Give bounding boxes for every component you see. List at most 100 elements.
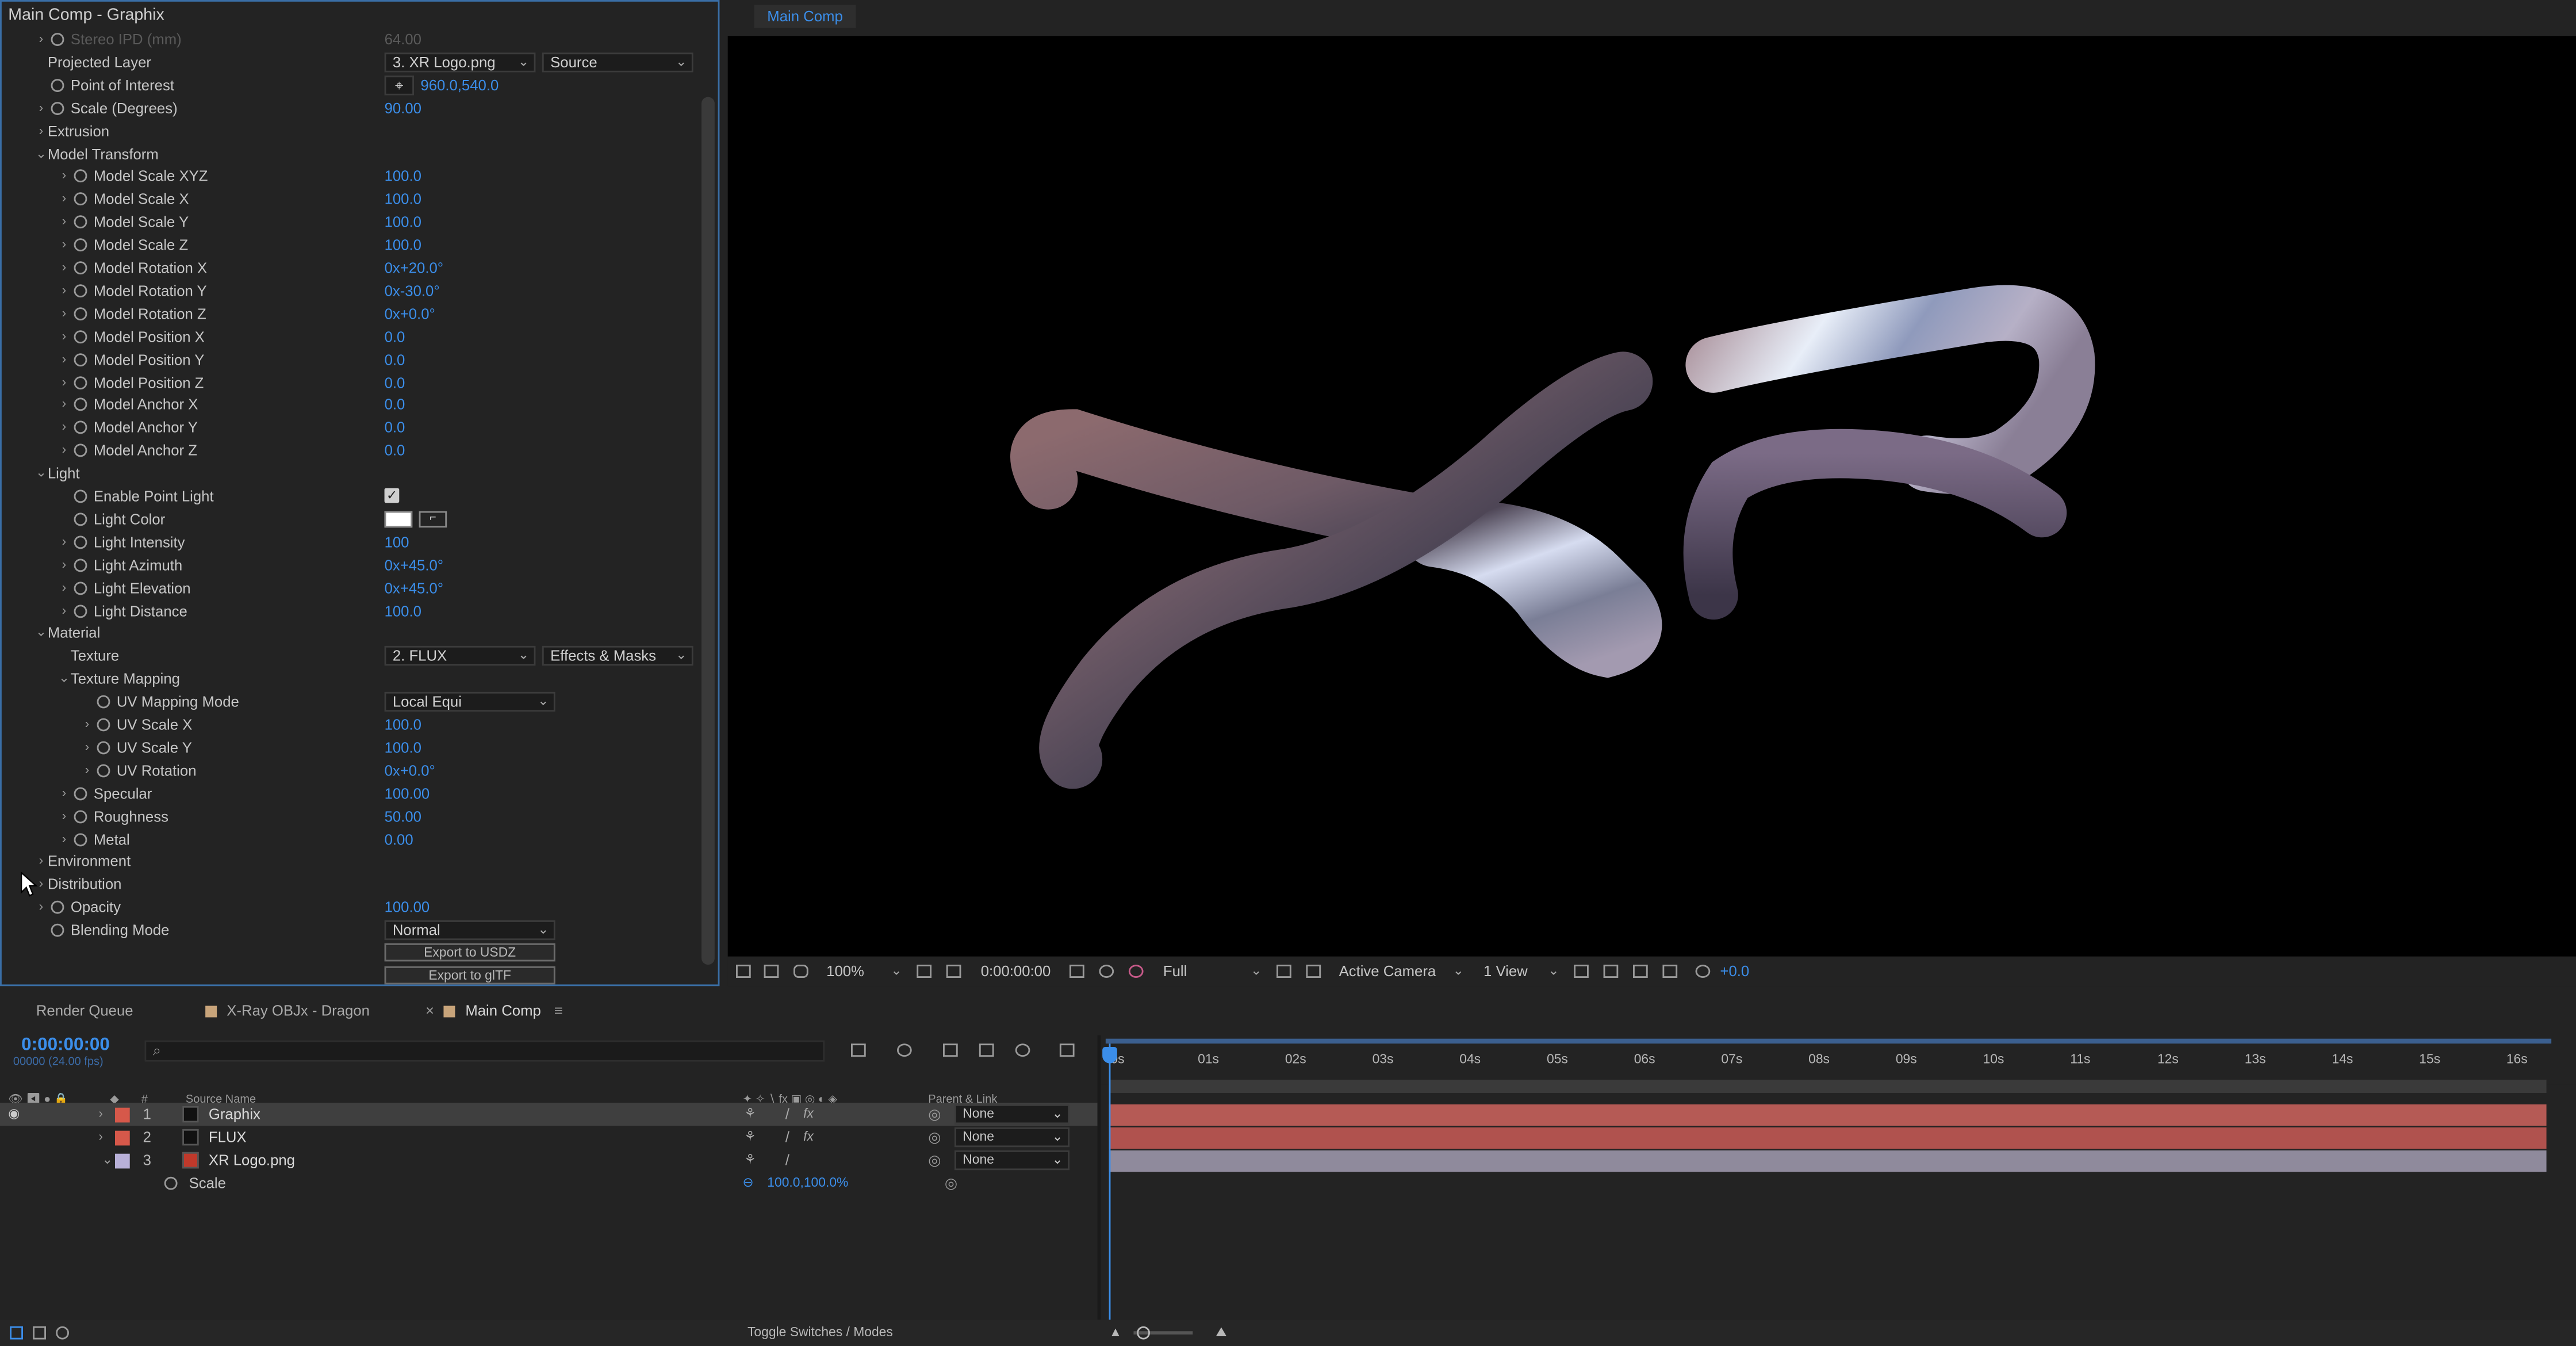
- fast-previews-icon[interactable]: [1603, 965, 1619, 978]
- effect-row-model-anchor-y[interactable]: › Model Anchor Y 0.0: [2, 416, 698, 439]
- tab-main-comp[interactable]: × Main Comp ≡: [425, 999, 563, 1022]
- effect-row-light-distance[interactable]: › Light Distance 100.0: [2, 599, 698, 622]
- quality-switch-icon[interactable]: /: [785, 1103, 789, 1126]
- pickwhip-icon[interactable]: ◎: [928, 1126, 941, 1149]
- effect-row-material[interactable]: ⌄ Material: [2, 622, 698, 645]
- vr-headset-icon[interactable]: [793, 965, 808, 978]
- effect-row-value[interactable]: 100.0: [385, 234, 421, 257]
- fit-icon[interactable]: [917, 965, 931, 978]
- effect-row-value[interactable]: 960.0,540.0: [420, 74, 499, 97]
- chevron-right-icon[interactable]: ›: [98, 1126, 103, 1149]
- chevron-right-icon[interactable]: ›: [57, 325, 71, 348]
- effect-row-model-scale-y[interactable]: › Model Scale Y 100.0: [2, 211, 698, 234]
- motion-blur-icon[interactable]: [1015, 1043, 1030, 1057]
- eyedropper-icon[interactable]: ⌐: [419, 511, 447, 527]
- effect-row-scale-degrees[interactable]: › Scale (Degrees) 90.00: [2, 97, 698, 120]
- effect-row-value[interactable]: 0x+20.0°: [385, 257, 444, 280]
- effect-row-uv-scale-y[interactable]: › UV Scale Y 100.0: [2, 736, 698, 759]
- stopwatch-icon[interactable]: [74, 261, 87, 275]
- effect-row-value[interactable]: 0x+0.0°: [385, 759, 435, 782]
- effect-row-uv-mapping-mode[interactable]: UV Mapping Mode Local Equi ⌄: [2, 690, 698, 713]
- chevron-right-icon[interactable]: ›: [57, 393, 71, 416]
- dropdown-local-equi[interactable]: Local Equi ⌄: [384, 692, 555, 712]
- zoom-slider-handle[interactable]: [1137, 1326, 1150, 1340]
- chevron-right-icon[interactable]: ›: [34, 119, 48, 142]
- layer-label-color[interactable]: [115, 1107, 130, 1123]
- transparency-grid-icon[interactable]: [1306, 965, 1321, 978]
- chevron-right-icon[interactable]: ›: [57, 530, 71, 553]
- stopwatch-icon[interactable]: [74, 535, 87, 549]
- color-channels-icon[interactable]: [1128, 965, 1144, 978]
- layer-bar-xr-logo[interactable]: [1109, 1150, 2547, 1172]
- dropdown-effects-masks[interactable]: Effects & Masks ⌄: [542, 646, 693, 666]
- chevron-right-icon[interactable]: ›: [57, 599, 71, 622]
- effect-row-model-scale-x[interactable]: › Model Scale X 100.0: [2, 188, 698, 211]
- chevron-right-icon[interactable]: ›: [57, 805, 71, 828]
- always-preview-icon[interactable]: [736, 965, 751, 978]
- chevron-right-icon[interactable]: ›: [57, 234, 71, 257]
- effect-row-light-elevation[interactable]: › Light Elevation 0x+45.0°: [2, 576, 698, 599]
- magnification-dropdown[interactable]: 100% ⌄: [826, 961, 902, 981]
- chevron-right-icon[interactable]: ›: [80, 759, 94, 782]
- effect-row-model-rotation-x[interactable]: › Model Rotation X 0x+20.0°: [2, 257, 698, 280]
- effect-row-value[interactable]: 0x-30.0°: [385, 279, 440, 302]
- timeline-icon[interactable]: [1633, 965, 1648, 978]
- effect-row-value[interactable]: 90.00: [385, 97, 421, 120]
- stopwatch-icon[interactable]: [74, 786, 87, 800]
- effect-row-metal[interactable]: › Metal 0.00: [2, 828, 698, 851]
- shy-switch-icon[interactable]: ⚘: [744, 1103, 756, 1126]
- effect-row-value[interactable]: 100.0: [385, 713, 421, 736]
- effect-row-value[interactable]: 100.0: [385, 165, 421, 188]
- stopwatch-icon[interactable]: [74, 421, 87, 435]
- camera-view-dropdown[interactable]: Active Camera ⌄: [1339, 961, 1464, 981]
- parent-dropdown[interactable]: None ⌄: [954, 1150, 1070, 1171]
- timeline-timecode[interactable]: 0:00:00:00: [21, 1035, 110, 1055]
- shy-switch-icon[interactable]: ⚘: [744, 1126, 756, 1149]
- zoom-in-icon[interactable]: ⛰: [1216, 1320, 1226, 1346]
- stopwatch-icon[interactable]: [74, 238, 87, 252]
- chevron-right-icon[interactable]: ›: [34, 850, 48, 873]
- stopwatch-icon[interactable]: [74, 170, 87, 183]
- layer-row-xr-logo-png[interactable]: ⌄ 3 XR Logo.png ⚘ / ◎ None ⌄: [0, 1149, 1098, 1172]
- view-layout-dropdown[interactable]: 1 View ⌄: [1483, 961, 1559, 981]
- effect-row-environment[interactable]: › Environment: [2, 850, 698, 873]
- stopwatch-icon[interactable]: [74, 330, 87, 343]
- effect-row-model-rotation-z[interactable]: › Model Rotation Z 0x+0.0°: [2, 302, 698, 325]
- tab-xray-dragon[interactable]: X-Ray OBJx - Dragon: [205, 999, 370, 1022]
- effects-switch-icon[interactable]: fx: [803, 1103, 814, 1126]
- layer-label-color[interactable]: [115, 1153, 130, 1169]
- effect-row-model-position-x[interactable]: › Model Position X 0.0: [2, 325, 698, 348]
- resolution-dropdown[interactable]: Full ⌄: [1163, 961, 1262, 981]
- effect-row-value[interactable]: 0.0: [385, 393, 405, 416]
- viewer-timecode[interactable]: 0:00:00:00: [981, 957, 1051, 986]
- effect-row-value[interactable]: 100.00: [385, 782, 430, 805]
- effect-row-model-scale-z[interactable]: › Model Scale Z 100.0: [2, 234, 698, 257]
- stopwatch-icon[interactable]: [51, 901, 64, 915]
- effect-row-value[interactable]: 100: [385, 530, 409, 553]
- effect-row-uv-scale-x[interactable]: › UV Scale X 100.0: [2, 713, 698, 736]
- chevron-right-icon[interactable]: ›: [57, 782, 71, 805]
- shy-layers-icon[interactable]: [943, 1043, 958, 1057]
- stopwatch-icon[interactable]: [74, 398, 87, 412]
- chevron-right-icon[interactable]: ›: [57, 439, 71, 462]
- chevron-right-icon[interactable]: ›: [98, 1103, 103, 1126]
- stopwatch-icon[interactable]: [74, 604, 87, 617]
- chevron-right-icon[interactable]: ›: [57, 302, 71, 325]
- pickwhip-icon[interactable]: ◎: [928, 1149, 941, 1172]
- chevron-right-icon[interactable]: ›: [80, 713, 94, 736]
- stopwatch-icon[interactable]: [74, 581, 87, 595]
- stopwatch-icon[interactable]: [74, 375, 87, 389]
- chevron-right-icon[interactable]: ›: [57, 416, 71, 439]
- current-time-indicator-head[interactable]: [1102, 1047, 1117, 1064]
- layer-search-input[interactable]: ⌕: [144, 1040, 825, 1062]
- work-area-bar[interactable]: [1105, 1038, 2552, 1044]
- chevron-right-icon[interactable]: ›: [34, 97, 48, 120]
- effect-row-model-anchor-z[interactable]: › Model Anchor Z 0.0: [2, 439, 698, 462]
- exposure-value[interactable]: +0.0: [1720, 957, 1749, 986]
- snapshot-camera-icon[interactable]: [1070, 965, 1084, 978]
- export-usdz-button[interactable]: Export to USDZ: [384, 943, 555, 962]
- effect-row-value[interactable]: 0x+45.0°: [385, 576, 444, 599]
- effect-row-value[interactable]: 0.0: [385, 439, 405, 462]
- layer-bar-graphix[interactable]: [1109, 1104, 2547, 1126]
- export-gltf-button[interactable]: Export to glTF: [384, 966, 555, 985]
